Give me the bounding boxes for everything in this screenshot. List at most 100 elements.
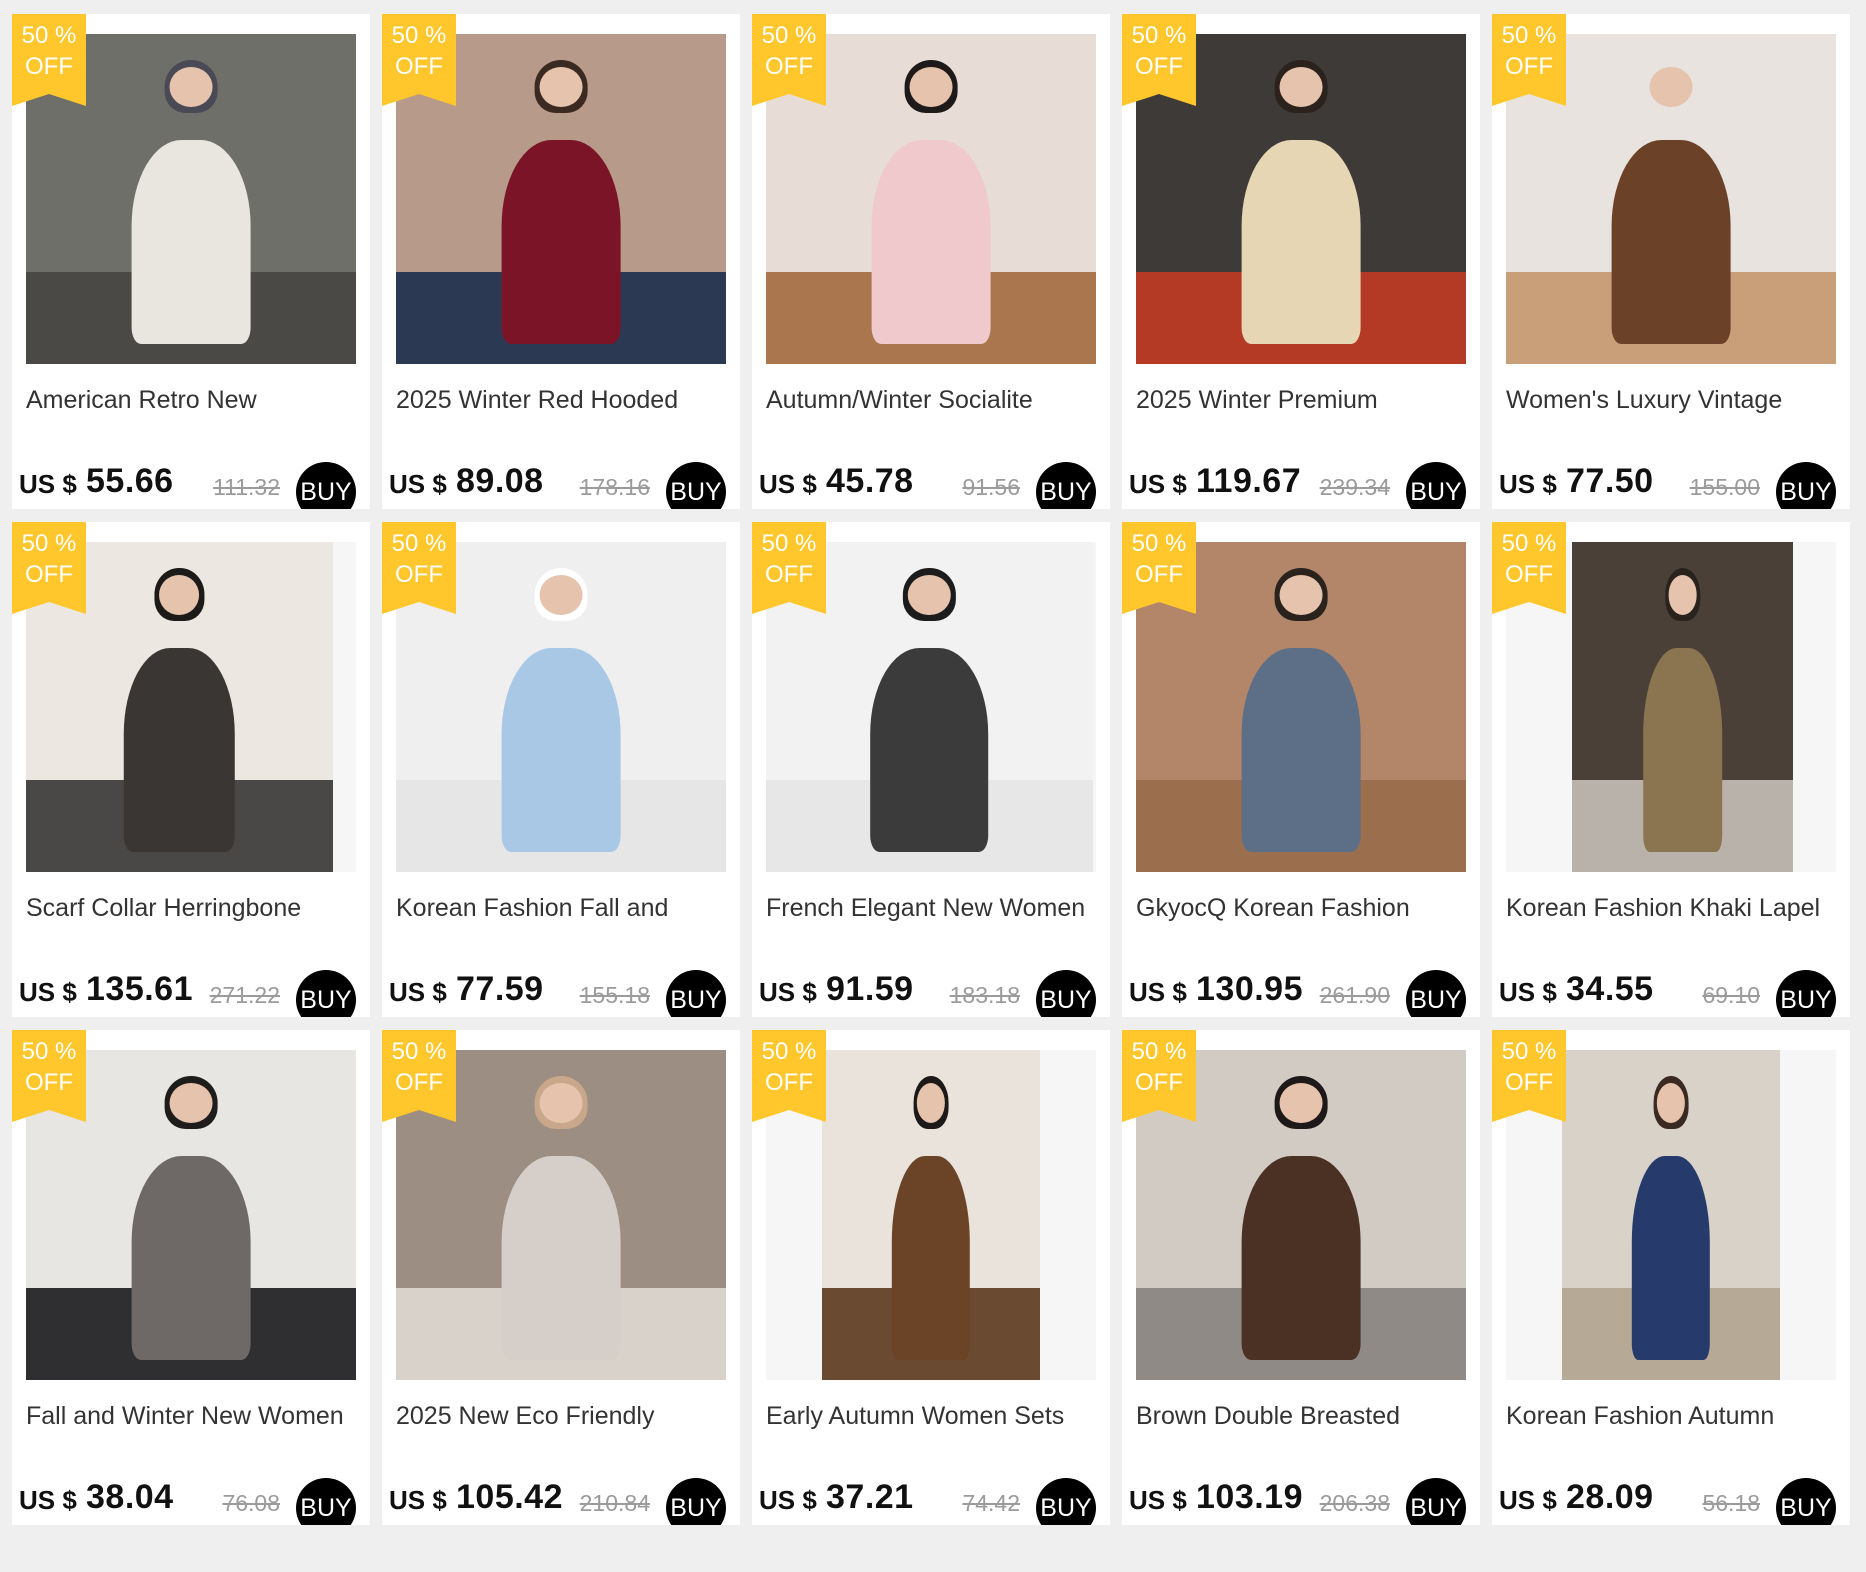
discount-badge: 50 % OFF	[752, 14, 826, 106]
discount-off: OFF	[1135, 1069, 1183, 1096]
discount-percent: 50 %	[1131, 22, 1187, 49]
product-grid: 50 % OFF American Retro New US $ 55.66 1…	[12, 14, 1852, 1525]
product-price: 91.59	[826, 970, 914, 1008]
discount-off: OFF	[25, 1069, 73, 1096]
product-title[interactable]: Early Autumn Women Sets	[766, 1400, 1102, 1444]
product-card[interactable]: 50 % OFF 2025 Winter Premium US $ 119.67…	[1122, 14, 1480, 509]
product-photo	[1562, 1050, 1780, 1380]
product-title[interactable]: American Retro New	[26, 384, 362, 428]
discount-badge: 50 % OFF	[382, 1030, 456, 1122]
buy-button[interactable]: BUY	[666, 970, 726, 1017]
discount-off: OFF	[1135, 53, 1183, 80]
original-price: 206.38	[1319, 1490, 1390, 1516]
discount-percent: 50 %	[761, 530, 817, 557]
product-card[interactable]: 50 % OFF Korean Fashion Khaki Lapel US $…	[1492, 522, 1850, 1017]
product-title[interactable]: Korean Fashion Autumn	[1506, 1400, 1842, 1444]
product-card[interactable]: 50 % OFF GkyocQ Korean Fashion US $ 130.…	[1122, 522, 1480, 1017]
discount-badge: 50 % OFF	[12, 1030, 86, 1122]
product-card[interactable]: 50 % OFF Autumn/Winter Socialite US $ 45…	[752, 14, 1110, 509]
product-card[interactable]: 50 % OFF Early Autumn Women Sets US $ 37…	[752, 1030, 1110, 1525]
discount-percent: 50 %	[1501, 1038, 1557, 1065]
discount-badge: 50 % OFF	[752, 1030, 826, 1122]
buy-button[interactable]: BUY	[1036, 1478, 1096, 1525]
discount-off: OFF	[1505, 1069, 1553, 1096]
discount-off: OFF	[395, 53, 443, 80]
product-title[interactable]: Scarf Collar Herringbone	[26, 892, 362, 936]
product-title[interactable]: Brown Double Breasted	[1136, 1400, 1472, 1444]
discount-badge: 50 % OFF	[12, 14, 86, 106]
original-price: 76.08	[222, 1490, 280, 1516]
discount-percent: 50 %	[391, 1038, 447, 1065]
discount-off: OFF	[25, 53, 73, 80]
discount-badge: 50 % OFF	[1492, 522, 1566, 614]
buy-button[interactable]: BUY	[666, 462, 726, 509]
product-price: 34.55	[1566, 970, 1654, 1008]
product-title[interactable]: Women's Luxury Vintage	[1506, 384, 1842, 428]
buy-button[interactable]: BUY	[1406, 462, 1466, 509]
discount-percent: 50 %	[21, 22, 77, 49]
discount-badge: 50 % OFF	[1492, 1030, 1566, 1122]
product-title[interactable]: 2025 New Eco Friendly	[396, 1400, 732, 1444]
original-price: 183.18	[949, 982, 1020, 1008]
discount-percent: 50 %	[391, 530, 447, 557]
discount-percent: 50 %	[1501, 22, 1557, 49]
product-price: 130.95	[1196, 970, 1303, 1008]
product-card[interactable]: 50 % OFF Brown Double Breasted US $ 103.…	[1122, 1030, 1480, 1525]
discount-off: OFF	[25, 561, 73, 588]
currency-label: US $	[389, 977, 447, 1007]
product-card[interactable]: 50 % OFF 2025 Winter Red Hooded US $ 89.…	[382, 14, 740, 509]
original-price: 261.90	[1319, 982, 1390, 1008]
original-price: 155.00	[1689, 474, 1760, 500]
original-price: 271.22	[209, 982, 280, 1008]
product-price: 28.09	[1566, 1478, 1654, 1516]
buy-button[interactable]: BUY	[1776, 462, 1836, 509]
product-card[interactable]: 50 % OFF French Elegant New Women US $ 9…	[752, 522, 1110, 1017]
product-title[interactable]: Korean Fashion Khaki Lapel	[1506, 892, 1842, 936]
product-card[interactable]: 50 % OFF 2025 New Eco Friendly US $ 105.…	[382, 1030, 740, 1525]
product-title[interactable]: Fall and Winter New Women	[26, 1400, 362, 1444]
buy-button[interactable]: BUY	[1406, 970, 1466, 1017]
product-price: 77.50	[1566, 462, 1654, 500]
currency-label: US $	[1499, 1485, 1557, 1515]
discount-off: OFF	[1135, 561, 1183, 588]
product-price: 45.78	[826, 462, 914, 500]
discount-off: OFF	[1505, 53, 1553, 80]
product-card[interactable]: 50 % OFF Women's Luxury Vintage US $ 77.…	[1492, 14, 1850, 509]
product-title[interactable]: Autumn/Winter Socialite	[766, 384, 1102, 428]
currency-label: US $	[1129, 469, 1187, 499]
buy-button[interactable]: BUY	[666, 1478, 726, 1525]
product-card[interactable]: 50 % OFF American Retro New US $ 55.66 1…	[12, 14, 370, 509]
product-price: 55.66	[86, 462, 174, 500]
product-title[interactable]: GkyocQ Korean Fashion	[1136, 892, 1472, 936]
product-title[interactable]: French Elegant New Women	[766, 892, 1102, 936]
discount-off: OFF	[765, 561, 813, 588]
currency-label: US $	[1499, 469, 1557, 499]
product-card[interactable]: 50 % OFF Korean Fashion Autumn US $ 28.0…	[1492, 1030, 1850, 1525]
buy-button[interactable]: BUY	[296, 462, 356, 509]
product-title[interactable]: 2025 Winter Red Hooded	[396, 384, 732, 428]
currency-label: US $	[19, 469, 77, 499]
buy-button[interactable]: BUY	[1776, 970, 1836, 1017]
buy-button[interactable]: BUY	[296, 970, 356, 1017]
discount-badge: 50 % OFF	[1122, 14, 1196, 106]
discount-off: OFF	[1505, 561, 1553, 588]
currency-label: US $	[389, 1485, 447, 1515]
product-price: 38.04	[86, 1478, 174, 1516]
product-card[interactable]: 50 % OFF Fall and Winter New Women US $ …	[12, 1030, 370, 1525]
buy-button[interactable]: BUY	[1776, 1478, 1836, 1525]
buy-button[interactable]: BUY	[296, 1478, 356, 1525]
buy-button[interactable]: BUY	[1036, 970, 1096, 1017]
product-title[interactable]: 2025 Winter Premium	[1136, 384, 1472, 428]
discount-badge: 50 % OFF	[382, 522, 456, 614]
buy-button[interactable]: BUY	[1036, 462, 1096, 509]
product-price: 89.08	[456, 462, 544, 500]
currency-label: US $	[389, 469, 447, 499]
product-card[interactable]: 50 % OFF Scarf Collar Herringbone US $ 1…	[12, 522, 370, 1017]
product-card[interactable]: 50 % OFF Korean Fashion Fall and US $ 77…	[382, 522, 740, 1017]
original-price: 239.34	[1319, 474, 1390, 500]
product-price: 119.67	[1196, 462, 1302, 500]
currency-label: US $	[1129, 977, 1187, 1007]
discount-badge: 50 % OFF	[12, 522, 86, 614]
buy-button[interactable]: BUY	[1406, 1478, 1466, 1525]
product-title[interactable]: Korean Fashion Fall and	[396, 892, 732, 936]
